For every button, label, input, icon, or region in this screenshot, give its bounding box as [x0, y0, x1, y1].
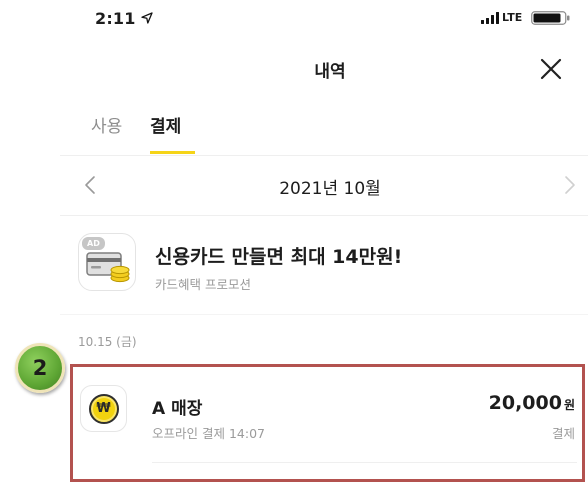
close-icon[interactable]	[537, 55, 565, 83]
date-group-label: 10.15 (금)	[78, 335, 137, 349]
divider	[60, 314, 588, 315]
chevron-left-icon[interactable]	[82, 174, 98, 196]
tab-payment[interactable]: 결제	[150, 112, 181, 137]
tab-active-indicator	[150, 151, 195, 154]
prev-month-button[interactable]	[82, 174, 98, 196]
status-bar: 2:11 LTE	[0, 0, 588, 36]
transaction-detail: 오프라인 결제 14:07	[152, 426, 265, 441]
step-number-badge: 2	[15, 343, 65, 393]
divider	[60, 155, 588, 156]
signal-bars-icon	[481, 12, 500, 24]
transaction-row[interactable]: ₩ A 매장 오프라인 결제 14:07 20,000 원 결제	[73, 367, 582, 479]
network-label: LTE	[502, 11, 523, 24]
promo-title: 신용카드 만들면 최대 14만원!	[155, 246, 403, 268]
won-coin-icon: ₩	[80, 385, 127, 432]
page-title: 내역	[314, 62, 346, 82]
promo-banner[interactable]: AD 신용카드 만들면 최대 14만원! 카드혜택 프로모션	[60, 222, 588, 306]
chevron-right-icon[interactable]	[562, 174, 578, 196]
transaction-type: 결제	[551, 426, 575, 441]
divider	[60, 215, 588, 216]
coin-symbol: ₩	[88, 393, 119, 424]
tab-bar	[60, 105, 588, 155]
currency-unit: 원	[563, 398, 575, 412]
transaction-amount-group: 20,000 원	[489, 392, 575, 414]
promo-subtitle: 카드혜택 프로모션	[155, 277, 251, 292]
battery-icon	[531, 11, 571, 25]
month-label: 2021년 10월	[279, 179, 381, 199]
location-arrow-icon	[141, 12, 153, 24]
credit-card-coins-icon: AD	[78, 233, 136, 291]
tab-usage[interactable]: 사용	[91, 112, 122, 137]
next-month-button[interactable]	[562, 174, 578, 196]
ad-badge: AD	[82, 237, 105, 250]
status-time: 2:11	[95, 9, 136, 28]
row-divider	[152, 462, 577, 463]
close-button[interactable]	[537, 55, 565, 83]
transaction-amount: 20,000	[488, 392, 562, 414]
merchant-name: A 매장	[152, 399, 203, 419]
